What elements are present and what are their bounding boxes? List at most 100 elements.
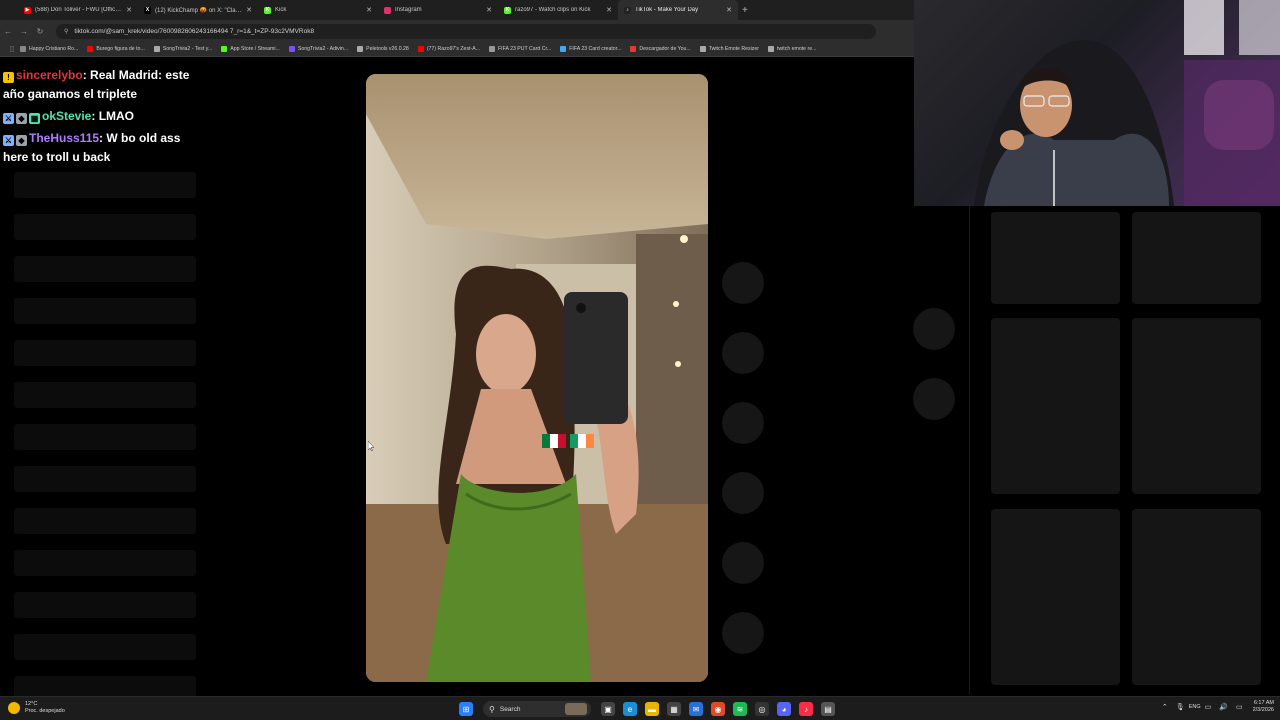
bookmarks-bar: ⁞⁞ Happy Cristiano Ro... Burego figura de… <box>0 42 914 57</box>
bookmark-item[interactable]: Happy Cristiano Ro... <box>20 46 78 52</box>
bookmark-item[interactable]: SongTrivia2 - Test y... <box>153 46 212 52</box>
bookmark-item[interactable]: SongTrivia2 - Adivin... <box>288 46 349 52</box>
prev-video-button[interactable] <box>913 308 955 350</box>
video-player[interactable] <box>366 74 708 682</box>
skeleton-card <box>1132 318 1261 494</box>
browser-tab-bar: ▶ (588) Don Toliver - FWU [Offici… ✕ X (12) … <box>0 0 914 20</box>
volume-icon[interactable]: 🔊 <box>1219 703 1228 711</box>
skeleton-row <box>14 424 196 450</box>
bookmark-item[interactable]: FIFA 23 Card creator... <box>560 46 621 52</box>
more-button[interactable] <box>722 542 764 584</box>
bookmark-item[interactable]: FIFA 23 PUT Card Cr... <box>488 46 552 52</box>
sound-button[interactable] <box>722 612 764 654</box>
battery-icon[interactable]: ▭ <box>1236 703 1243 711</box>
bookmark-label: Descargador de You... <box>639 46 691 52</box>
chat-overlay: ! sincerelybo: Real Madrid: este año gana… <box>0 66 200 170</box>
back-icon[interactable]: ← <box>0 27 16 36</box>
skeleton-row <box>14 214 196 240</box>
url-field[interactable]: ⚲ tiktok.com/@sam_krek/video/76009826062… <box>56 23 876 39</box>
close-tab-icon[interactable]: ✕ <box>126 6 132 14</box>
tab-title: (12) KickChamp 🤬 on X: "Cla… <box>155 7 242 14</box>
browser-tab[interactable]: X (12) KickChamp 🤬 on X: "Cla… ✕ <box>138 0 258 20</box>
skeleton-row <box>14 382 196 408</box>
like-button[interactable] <box>722 262 764 304</box>
close-tab-icon[interactable]: ✕ <box>486 6 492 14</box>
weather-desc: Proc. despejado <box>25 708 65 714</box>
bookmark-label: FIFA 23 PUT Card Cr... <box>497 46 552 52</box>
comment-button[interactable] <box>722 332 764 374</box>
apps-grid-icon[interactable]: ⁞⁞ <box>4 45 20 54</box>
skeleton-card <box>1132 212 1261 304</box>
chat-username[interactable]: sincerelybo <box>16 68 83 82</box>
next-video-button[interactable] <box>913 378 955 420</box>
task-view-icon[interactable]: ▣ <box>601 702 615 716</box>
bookmark-item[interactable]: Burego figura de to... <box>87 46 145 52</box>
close-tab-icon[interactable]: ✕ <box>246 6 252 14</box>
store-icon[interactable]: ▦ <box>667 702 681 716</box>
tab-favicon-icon: ▶ <box>24 6 31 14</box>
tab-title: Instagram <box>395 7 422 13</box>
skeleton-row <box>14 466 196 492</box>
browser-tab[interactable]: K Kick ✕ <box>258 0 378 20</box>
tab-favicon-icon: ♪ <box>624 6 631 14</box>
file-explorer-icon[interactable]: ▬ <box>645 702 659 716</box>
network-icon[interactable]: ▭ <box>1205 703 1212 711</box>
webcam-illustration <box>974 0 1280 206</box>
bookmark-favicon-icon <box>699 46 706 52</box>
edge-icon[interactable]: e <box>623 702 637 716</box>
bookmark-item[interactable]: Descargador de You... <box>630 46 691 52</box>
bookmark-item[interactable]: Peletools v26.0.28 <box>357 46 409 52</box>
bookmark-button[interactable] <box>722 402 764 444</box>
browser-tab[interactable]: Krazo97 - Watch clips on Kick ✕ <box>498 0 618 20</box>
skeleton-row <box>14 172 196 198</box>
music-icon[interactable]: ♪ <box>799 702 813 716</box>
share-button[interactable] <box>722 472 764 514</box>
chat-username[interactable]: TheHuss115 <box>29 131 99 145</box>
site-info-icon[interactable]: ⚲ <box>64 28 68 35</box>
chrome-icon[interactable]: ◉ <box>711 702 725 716</box>
discord-icon[interactable]: ◕ <box>777 702 791 716</box>
chat-badge-icon: ◆ <box>16 135 27 146</box>
tab-title: TikTok - Make Your Day <box>635 7 699 13</box>
new-tab-button[interactable]: + <box>742 5 748 16</box>
skeleton-card <box>991 509 1120 685</box>
bookmark-label: twitch emote re... <box>776 46 817 52</box>
close-tab-icon[interactable]: ✕ <box>606 6 612 14</box>
skeleton-row <box>14 340 196 366</box>
mail-icon[interactable]: ✉ <box>689 702 703 716</box>
video-frame-illustration <box>366 74 708 682</box>
bookmark-item[interactable]: Twitch Emote Resizer <box>699 46 759 52</box>
bookmark-label: (77) Razo97's Zest-A... <box>426 46 480 52</box>
bookmark-item[interactable]: (77) Razo97's Zest-A... <box>417 46 480 52</box>
bookmark-item[interactable]: App Store / Streami... <box>221 46 280 52</box>
bookmark-label: SongTrivia2 - Adivin... <box>297 46 349 52</box>
chat-username[interactable]: okStevie <box>42 109 91 123</box>
browser-tab[interactable]: Instagram ✕ <box>378 0 498 20</box>
browser-tab[interactable]: ▶ (588) Don Toliver - FWU [Offici… ✕ <box>18 0 138 20</box>
windows-start-icon[interactable]: ⊞ <box>459 702 473 716</box>
close-tab-icon[interactable]: ✕ <box>366 6 372 14</box>
weather-widget[interactable]: 12°C Proc. despejado <box>8 701 65 715</box>
bookmark-favicon-icon <box>288 46 295 52</box>
tab-favicon-icon <box>384 6 391 14</box>
browser-tab[interactable]: ♪ TikTok - Make Your Day ✕ <box>618 0 738 20</box>
forward-icon[interactable]: → <box>16 27 32 36</box>
bookmark-label: Happy Cristiano Ro... <box>29 46 79 52</box>
chevron-up-icon[interactable]: ⌃ <box>1162 703 1168 711</box>
clock[interactable]: 6:17 AM 2/3/2026 <box>1253 700 1274 714</box>
mouse-cursor-icon <box>368 441 374 451</box>
close-tab-icon[interactable]: ✕ <box>726 6 732 14</box>
reload-icon[interactable]: ↻ <box>32 27 48 36</box>
bookmark-label: Twitch Emote Resizer <box>708 46 759 52</box>
app-icon[interactable]: ▤ <box>821 702 835 716</box>
microphone-icon[interactable]: 🎙 <box>1176 703 1185 711</box>
tab-favicon-icon: X <box>144 6 151 14</box>
skeleton-card <box>991 318 1120 494</box>
clock-date: 2/3/2026 <box>1252 707 1274 713</box>
language-indicator[interactable]: ENG <box>1189 704 1201 710</box>
spotify-icon[interactable]: ≋ <box>733 702 747 716</box>
skeleton-row <box>14 550 196 576</box>
bookmark-item[interactable]: twitch emote re... <box>767 46 817 52</box>
taskbar-search[interactable]: ⚲ Search <box>483 701 591 717</box>
obs-icon[interactable]: ◎ <box>755 702 769 716</box>
